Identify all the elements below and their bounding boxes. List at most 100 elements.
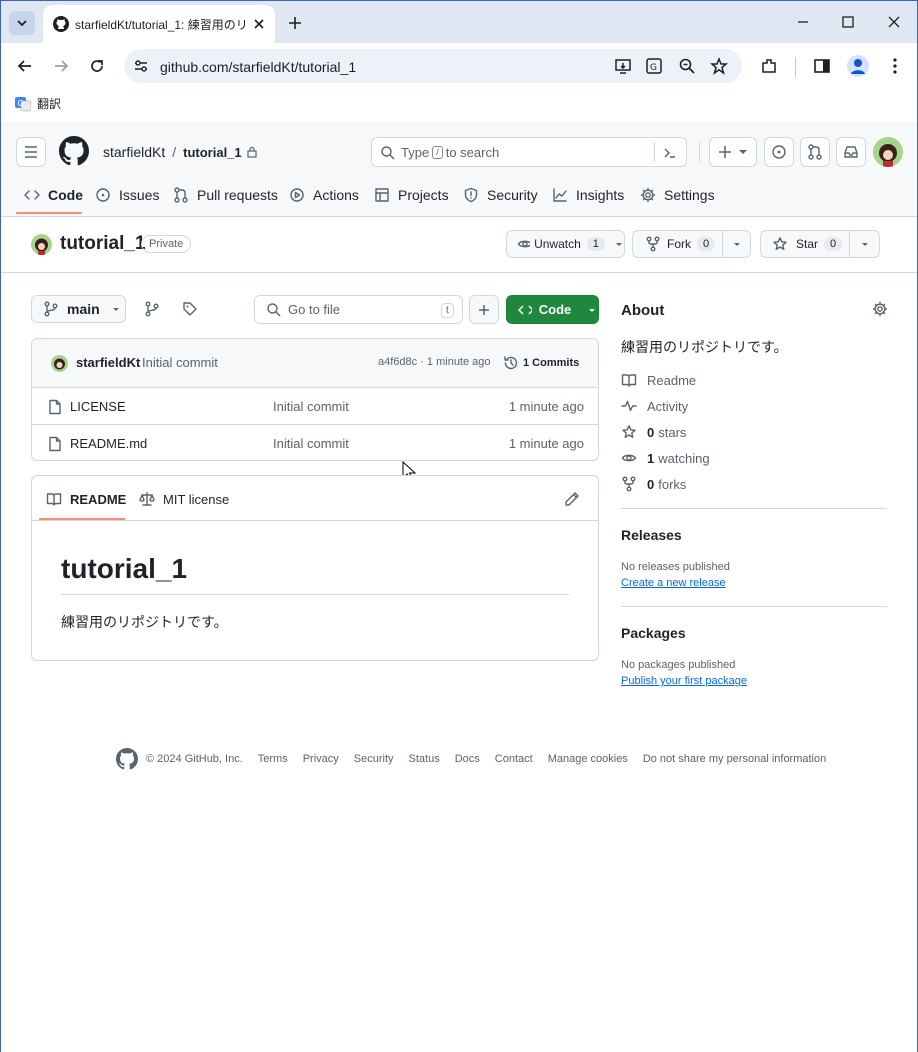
- back-arrow-icon[interactable]: [16, 57, 34, 75]
- readme-tabs-divider: [32, 520, 598, 521]
- branches-icon[interactable]: [144, 301, 160, 317]
- pencil-icon[interactable]: [564, 491, 580, 507]
- close-tab-icon[interactable]: [252, 17, 266, 31]
- publish-package-link[interactable]: Publish your first package: [621, 675, 747, 687]
- commit-author-avatar[interactable]: [51, 355, 68, 372]
- branch-selector[interactable]: main: [31, 295, 126, 323]
- commit-author[interactable]: starfieldKt: [76, 355, 140, 370]
- commits-link[interactable]: 1 Commits: [503, 355, 579, 371]
- minimize-window-icon[interactable]: [795, 14, 811, 30]
- reload-icon[interactable]: [88, 57, 106, 75]
- readme-tab[interactable]: README: [46, 491, 126, 507]
- tab-security[interactable]: Security: [463, 184, 538, 206]
- releases-heading[interactable]: Releases: [621, 527, 682, 543]
- site-info-icon[interactable]: [133, 59, 149, 73]
- tab-projects[interactable]: Projects: [374, 184, 449, 206]
- go-to-file-input[interactable]: Go to file t: [254, 295, 463, 324]
- footer-link-security[interactable]: Security: [354, 753, 394, 765]
- tab-insights[interactable]: Insights: [552, 184, 624, 206]
- footer-link-manage-cookies[interactable]: Manage cookies: [548, 753, 628, 765]
- fork-button[interactable]: Fork 0: [632, 230, 723, 258]
- branch-icon: [44, 301, 58, 317]
- forward-arrow-icon[interactable]: [52, 57, 70, 75]
- user-avatar[interactable]: [873, 137, 903, 167]
- footer-link-terms[interactable]: Terms: [258, 753, 288, 765]
- code-icon: [24, 190, 40, 200]
- tab-search-button[interactable]: [9, 11, 35, 35]
- bookmark-star-icon[interactable]: [710, 57, 728, 75]
- translate-icon[interactable]: G: [645, 57, 663, 75]
- github-logo-icon[interactable]: [116, 748, 138, 770]
- table-row[interactable]: README.md Initial commit 1 minute ago: [32, 424, 598, 460]
- about-readme-link[interactable]: Readme: [621, 372, 696, 388]
- packages-heading[interactable]: Packages: [621, 625, 686, 641]
- add-file-button[interactable]: [469, 295, 499, 324]
- browser-tab-active[interactable]: starfieldKt/tutorial_1: 練習用のリ: [43, 5, 275, 43]
- close-window-icon[interactable]: [886, 14, 902, 30]
- fork-dropdown-button[interactable]: [722, 230, 751, 258]
- create-new-button[interactable]: [709, 137, 757, 167]
- search-input[interactable]: Type / to search: [371, 137, 687, 167]
- commit-message[interactable]: Initial commit: [142, 355, 218, 370]
- zoom-icon[interactable]: [678, 57, 696, 75]
- browser-menu-icon[interactable]: [886, 57, 904, 75]
- about-forks-link[interactable]: 0 forks: [621, 476, 686, 492]
- about-stars-link[interactable]: 0 stars: [621, 424, 686, 440]
- github-favicon-icon: [53, 16, 69, 32]
- repo-name[interactable]: tutorial_1: [60, 233, 146, 255]
- extensions-icon[interactable]: [760, 57, 778, 75]
- tab-issues[interactable]: Issues: [95, 184, 159, 206]
- file-name[interactable]: LICENSE: [70, 399, 126, 414]
- pull-requests-header-button[interactable]: [800, 137, 830, 167]
- eye-icon: [621, 454, 637, 462]
- footer-link-docs[interactable]: Docs: [455, 753, 480, 765]
- file-commit-message[interactable]: Initial commit: [273, 399, 349, 414]
- install-app-icon[interactable]: [614, 57, 632, 75]
- github-logo-icon[interactable]: [59, 136, 89, 166]
- tab-settings[interactable]: Settings: [640, 184, 715, 206]
- footer-copyright: © 2024 GitHub, Inc.: [146, 753, 243, 765]
- table-row[interactable]: LICENSE Initial commit 1 minute ago: [32, 387, 598, 424]
- global-menu-button[interactable]: [16, 137, 46, 167]
- fork-count: 0: [697, 237, 716, 251]
- profile-avatar[interactable]: [847, 55, 869, 77]
- file-commit-message[interactable]: Initial commit: [273, 436, 349, 451]
- about-activity-link[interactable]: Activity: [621, 398, 688, 414]
- address-bar[interactable]: github.com/starfieldKt/tutorial_1 G: [124, 49, 742, 83]
- star-button[interactable]: Star 0: [760, 230, 850, 258]
- tab-code[interactable]: Code: [24, 184, 83, 206]
- bookmark-translate[interactable]: G 翻訳: [15, 95, 61, 112]
- tab-pull-requests[interactable]: Pull requests: [173, 184, 278, 206]
- side-panel-icon[interactable]: [813, 57, 831, 75]
- about-watching-link[interactable]: 1 watching: [621, 450, 710, 466]
- gear-icon[interactable]: [872, 301, 888, 317]
- svg-text:G: G: [650, 63, 657, 73]
- readme-heading: tutorial_1: [61, 553, 188, 584]
- command-palette-icon[interactable]: [662, 145, 678, 161]
- issues-header-button[interactable]: [764, 137, 794, 167]
- footer-link-privacy[interactable]: Privacy: [303, 753, 339, 765]
- maximize-window-icon[interactable]: [840, 14, 856, 30]
- license-tab[interactable]: MIT license: [139, 491, 229, 507]
- create-release-link[interactable]: Create a new release: [621, 577, 726, 589]
- pulse-icon: [621, 400, 637, 412]
- star-list-dropdown-button[interactable]: [849, 230, 880, 258]
- person-icon: [851, 59, 865, 74]
- footer-link-status[interactable]: Status: [409, 753, 440, 765]
- footer-link-contact[interactable]: Contact: [495, 753, 533, 765]
- footer-link-do-not-share[interactable]: Do not share my personal information: [643, 753, 826, 765]
- inbox-button[interactable]: [836, 137, 866, 167]
- tag-icon[interactable]: [182, 301, 198, 317]
- breadcrumb-repo[interactable]: tutorial_1: [183, 145, 242, 160]
- file-name[interactable]: README.md: [70, 436, 147, 451]
- code-icon: [518, 304, 532, 315]
- commit-hash-time[interactable]: a4f6d8c · 1 minute ago: [378, 356, 491, 368]
- tab-actions[interactable]: Actions: [289, 184, 359, 206]
- activity-link-label: Activity: [647, 398, 689, 414]
- commits-count-label: 1 Commits: [523, 357, 580, 369]
- new-tab-icon[interactable]: [286, 14, 304, 32]
- code-button[interactable]: Code: [506, 295, 599, 324]
- unwatch-button[interactable]: Unwatch 1: [506, 230, 625, 258]
- breadcrumb-owner[interactable]: starfieldKt: [103, 144, 165, 160]
- history-icon: [504, 356, 518, 370]
